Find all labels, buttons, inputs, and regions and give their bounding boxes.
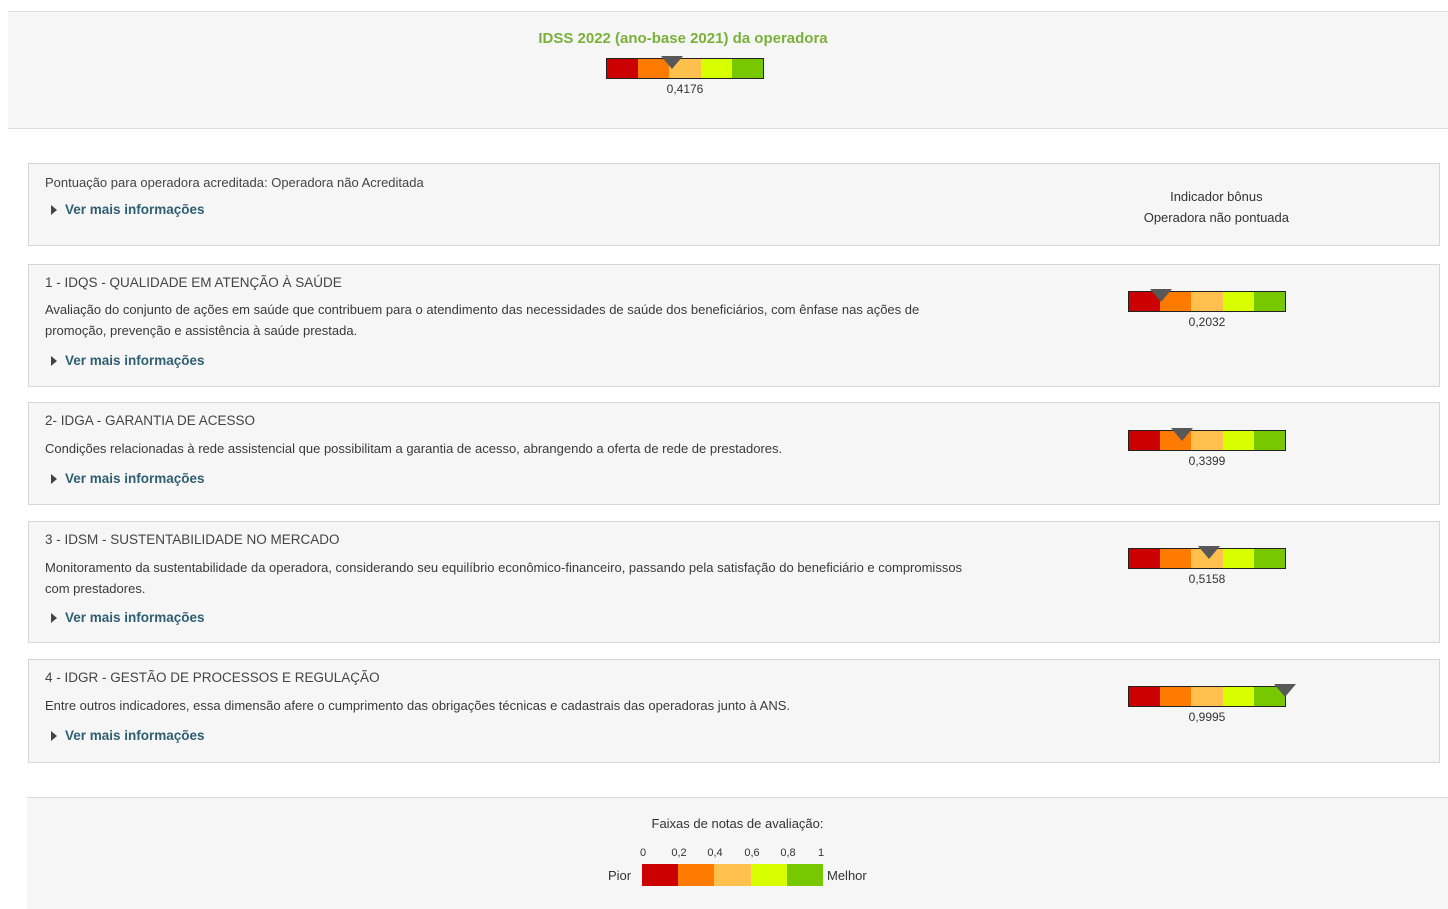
dimension-score-gauge: 0,2032: [1128, 289, 1286, 329]
gauge-segment-4: [1222, 687, 1254, 706]
gauge-segment-4: [1222, 431, 1254, 450]
more-info-label: Ver mais informações: [65, 610, 205, 625]
gauge-marker-icon: [1149, 289, 1172, 302]
legend-caption: Faixas de notas de avaliação:: [651, 816, 824, 831]
gauge-bar: [606, 56, 764, 79]
accreditation-box: Pontuação para operadora acreditada: Ope…: [28, 163, 1440, 246]
legend-ticks: 0 0,2 0,4 0,6 0,8 1: [639, 847, 839, 861]
gauge-segment-5: [1253, 431, 1286, 450]
dimension-more-info-link[interactable]: Ver mais informações: [51, 471, 205, 486]
overall-score-gauge: 0,4176: [606, 56, 764, 96]
dimension-title: 1 - IDQS - QUALIDADE EM ATENÇÃO À SAÚDE: [45, 275, 342, 290]
expand-triangle-icon: [51, 204, 57, 215]
dimension-more-info-link[interactable]: Ver mais informações: [51, 353, 205, 368]
legend-tick: 0: [639, 847, 647, 859]
accreditation-text: Pontuação para operadora acreditada: Ope…: [45, 175, 424, 190]
more-info-label: Ver mais informações: [65, 202, 205, 217]
dimension-score-gauge: 0,5158: [1128, 546, 1286, 586]
gauge-segment-5: [731, 59, 764, 78]
dimension-title: 4 - IDGR - GESTÃO DE PROCESSOS E REGULAÇ…: [45, 670, 380, 685]
gauge-segment-3: [1191, 292, 1223, 311]
dimension-score-value: 0,9995: [1188, 710, 1226, 724]
legend-color-bar: [642, 864, 824, 886]
legend-tick: 0,8: [780, 847, 796, 859]
gauge-segment-5: [1253, 292, 1286, 311]
gauge-bar: [1128, 289, 1286, 312]
gauge-segment-1: [1129, 687, 1161, 706]
gauge-segment-1: [1129, 549, 1161, 568]
accreditation-more-info-link[interactable]: Ver mais informações: [51, 202, 205, 217]
dimension-description: Monitoramento da sustentabilidade da ope…: [45, 560, 963, 596]
gauge-bar: [1128, 684, 1296, 707]
dimension-box-idga: 2- IDGA - GARANTIA DE ACESSO Condições r…: [28, 402, 1440, 505]
bonus-title: Indicador bônus: [1170, 189, 1263, 204]
legend-best-label: Melhor: [827, 868, 867, 883]
score-bands-legend: Faixas de notas de avaliação: 0 0,2 0,4 …: [27, 797, 1448, 909]
gauge-segment-4: [1222, 549, 1254, 568]
gauge-bar: [1128, 546, 1286, 569]
more-info-label: Ver mais informações: [65, 728, 205, 743]
gauge-marker-icon: [661, 56, 684, 69]
gauge-segment-3: [1191, 431, 1223, 450]
gauge-segment-1: [607, 59, 639, 78]
dimension-score-value: 0,5158: [1188, 572, 1226, 586]
dimension-box-idqs: 1 - IDQS - QUALIDADE EM ATENÇÃO À SAÚDE …: [28, 264, 1440, 387]
gauge-segment-4: [1222, 292, 1254, 311]
dimension-description: Entre outros indicadores, essa dimensão …: [45, 698, 791, 713]
gauge-segment-2: [1160, 687, 1192, 706]
legend-tick: 0,2: [671, 847, 687, 859]
dimension-score-value: 0,3399: [1188, 454, 1226, 468]
gauge-marker-icon: [1198, 546, 1221, 559]
gauge-marker-icon: [1273, 684, 1296, 697]
legend-tick: 0,4: [707, 847, 723, 859]
gauge-segment-2: [1160, 549, 1192, 568]
legend-worst-label: Pior: [608, 868, 632, 883]
dimension-box-idsm: 3 - IDSM - SUSTENTABILIDADE NO MERCADO M…: [28, 521, 1440, 643]
legend-tick: 1: [817, 847, 825, 859]
more-info-label: Ver mais informações: [65, 471, 205, 486]
more-info-label: Ver mais informações: [65, 353, 205, 368]
dimension-description: Avaliação do conjunto de ações em saúde …: [45, 302, 920, 338]
overall-score-panel: IDSS 2022 (ano-base 2021) da operadora 0…: [8, 11, 1448, 129]
legend-tick: 0,6: [744, 847, 760, 859]
overall-score-title: IDSS 2022 (ano-base 2021) da operadora: [538, 30, 828, 47]
dimension-more-info-link[interactable]: Ver mais informações: [51, 728, 205, 743]
dimension-score-gauge: 0,9995: [1128, 684, 1296, 724]
gauge-bar: [1128, 428, 1286, 451]
legend-segment-3: [714, 864, 751, 886]
legend-segment-2: [678, 864, 715, 886]
gauge-segment-5: [1253, 549, 1286, 568]
dimension-score-value: 0,2032: [1188, 315, 1226, 329]
legend-segment-1: [642, 864, 679, 886]
expand-triangle-icon: [51, 730, 57, 741]
expand-triangle-icon: [51, 612, 57, 623]
dimension-title: 2- IDGA - GARANTIA DE ACESSO: [45, 413, 256, 428]
legend-segment-5: [786, 864, 824, 886]
dimension-box-idgr: 4 - IDGR - GESTÃO DE PROCESSOS E REGULAÇ…: [28, 659, 1440, 763]
expand-triangle-icon: [51, 355, 57, 366]
gauge-segment-1: [1129, 431, 1161, 450]
dimension-score-gauge: 0,3399: [1128, 428, 1286, 468]
bonus-value: Operadora não pontuada: [1143, 210, 1289, 225]
legend-segment-4: [750, 864, 787, 886]
dimension-description: Condições relacionadas à rede assistenci…: [45, 441, 783, 456]
gauge-marker-icon: [1171, 428, 1194, 441]
dimension-title: 3 - IDSM - SUSTENTABILIDADE NO MERCADO: [45, 532, 340, 547]
gauge-segment-3: [1191, 687, 1223, 706]
overall-score-value: 0,4176: [666, 82, 704, 96]
bonus-indicator: Indicador bônus Operadora não pontuada: [1144, 186, 1289, 228]
dimension-more-info-link[interactable]: Ver mais informações: [51, 610, 205, 625]
gauge-segment-4: [700, 59, 732, 78]
expand-triangle-icon: [51, 473, 57, 484]
